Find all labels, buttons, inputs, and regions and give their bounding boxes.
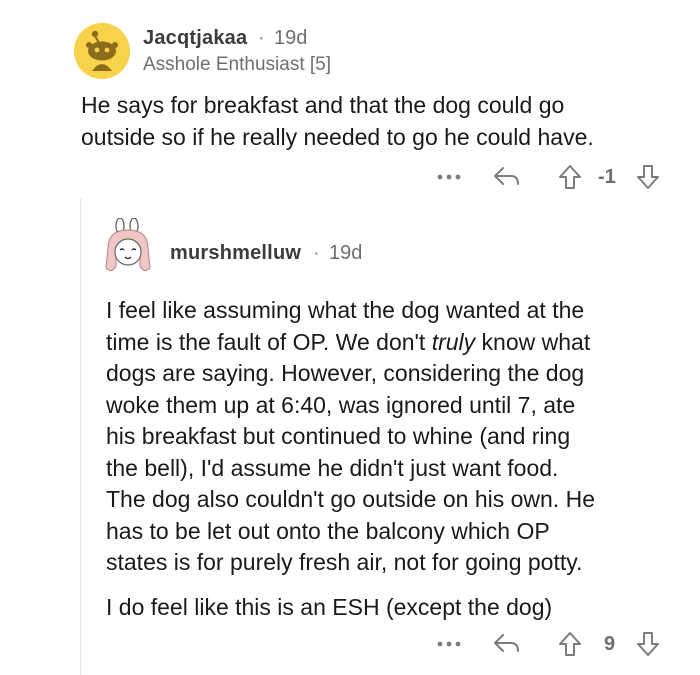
comment-body: I feel like assuming what the dog wanted… <box>106 295 686 579</box>
downvote-icon <box>637 632 659 656</box>
comment-line: outside so if he really needed to go he … <box>81 123 594 150</box>
upvote-button[interactable] <box>556 629 584 659</box>
text-span: time is the fault of OP. We don't <box>106 328 432 355</box>
user-avatar-murshmelluw[interactable] <box>100 218 156 276</box>
comment-line: woke them up at 6:40, was ignored until … <box>106 391 576 418</box>
reply-button[interactable] <box>490 629 524 659</box>
upvote-icon <box>559 632 581 656</box>
comment-paragraph: I do feel like this is an ESH (except th… <box>106 594 553 620</box>
meta-separator: · <box>258 27 265 49</box>
comment-line: He says for breakfast and that the dog c… <box>81 92 565 118</box>
comment-line: his breakfast but continued to whine (an… <box>106 423 571 449</box>
more-options-button[interactable] <box>434 631 464 657</box>
snoo-avatar-icon <box>74 23 130 79</box>
comment-line: I feel like assuming what the dog wanted… <box>106 297 585 323</box>
comment-action-bar: -1 <box>420 162 680 192</box>
bunny-girl-avatar-icon <box>105 218 151 272</box>
downvote-button[interactable] <box>634 162 662 192</box>
vote-score: -1 <box>598 166 616 188</box>
reply-button[interactable] <box>490 162 524 192</box>
upvote-button[interactable] <box>556 162 584 192</box>
comment-line: The dog also couldn't go outside on his … <box>106 486 595 512</box>
comment-line: time is the fault of OP. We don't truly … <box>106 327 686 359</box>
comment-line: the bell), I'd assume he didn't just wan… <box>106 454 559 481</box>
comment-username[interactable]: murshmelluw <box>170 242 301 265</box>
more-options-button[interactable] <box>434 164 464 190</box>
comment-action-bar: 9 <box>420 629 680 659</box>
user-avatar-jacqtjakaa[interactable] <box>74 23 130 79</box>
reply-icon <box>494 167 519 185</box>
vote-score: 9 <box>604 633 616 655</box>
thread-line[interactable] <box>80 198 81 675</box>
comment-username[interactable]: Jacqtjakaa <box>143 27 247 50</box>
downvote-icon <box>637 165 659 189</box>
comment-age: 19d <box>274 27 308 49</box>
more-icon <box>437 174 461 180</box>
user-flair: Asshole Enthusiast [5] <box>143 54 331 75</box>
reply-icon <box>494 634 519 652</box>
comment-line: dogs are saying. However, considering th… <box>106 360 585 386</box>
comment-age: 19d <box>329 242 363 264</box>
text-span: know what <box>475 328 591 355</box>
upvote-icon <box>559 165 581 189</box>
downvote-button[interactable] <box>634 629 662 659</box>
meta-separator: · <box>313 242 320 264</box>
comment-line: has to be let out onto the balcony which… <box>106 517 550 544</box>
emphasis-text: truly <box>431 328 476 355</box>
comment-line: states is for purely fresh air, not for … <box>106 549 583 575</box>
more-icon <box>437 641 461 647</box>
comment-body: He says for breakfast and that the dog c… <box>81 90 681 153</box>
